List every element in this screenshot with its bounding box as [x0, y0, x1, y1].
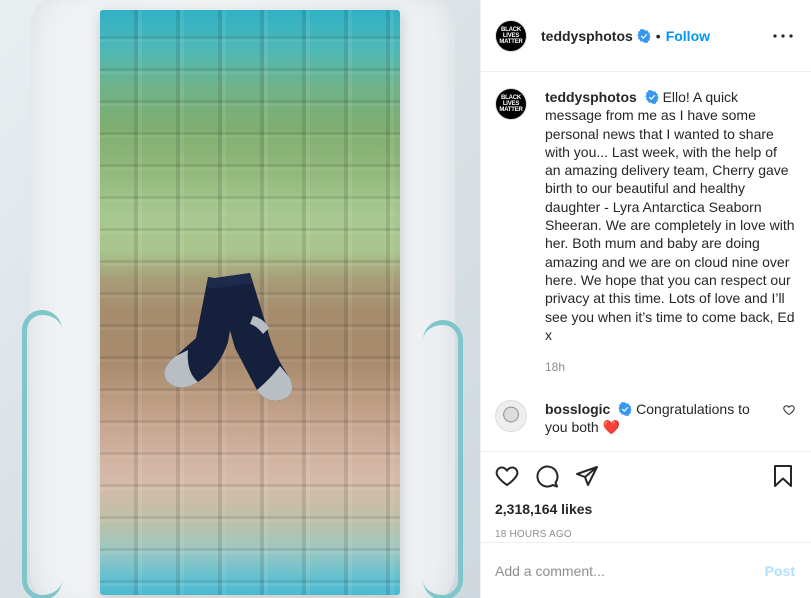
- author-avatar[interactable]: BLACK LIVES MATTER: [495, 19, 527, 52]
- comment-item: bosslogic Congratulations to you both ❤️: [495, 400, 795, 436]
- post-timestamp[interactable]: 18 HOURS AGO: [481, 517, 811, 540]
- caption-body: teddysphotos Ello! A quick message from …: [545, 88, 795, 376]
- action-bar: [481, 452, 811, 492]
- share-paper-plane-icon[interactable]: [575, 464, 599, 488]
- comment-username[interactable]: bosslogic: [545, 401, 610, 417]
- post-photo[interactable]: [0, 0, 480, 598]
- likes-count[interactable]: 2,318,164 likes: [481, 492, 811, 517]
- verified-badge-icon: [618, 402, 632, 417]
- caption-username[interactable]: teddysphotos: [545, 89, 637, 105]
- caption-time[interactable]: 18h: [545, 358, 795, 376]
- post-header: BLACK LIVES MATTER teddysphotos • Follow: [481, 0, 811, 72]
- verified-badge-icon: [645, 90, 659, 104]
- caption-text: Ello! A quick message from me as I have …: [545, 89, 795, 343]
- separator-dot: •: [655, 27, 661, 44]
- comments-section[interactable]: BLACK LIVES MATTER teddysphotos Ello! A …: [481, 72, 811, 452]
- comment-bubble-icon[interactable]: [535, 464, 559, 488]
- comment-body: bosslogic Congratulations to you both ❤️: [545, 400, 775, 436]
- follow-button[interactable]: Follow: [666, 28, 710, 44]
- more-options-icon[interactable]: [771, 24, 795, 48]
- commenter-avatar[interactable]: [495, 400, 527, 433]
- post-panel: BLACK LIVES MATTER teddysphotos • Follow…: [480, 0, 811, 598]
- like-comment-heart-icon[interactable]: [783, 404, 795, 416]
- avatar-text: BLACK LIVES MATTER: [499, 95, 523, 113]
- add-comment-bar: Post: [481, 542, 811, 598]
- bookmark-save-icon[interactable]: [771, 464, 795, 488]
- comment-input[interactable]: [495, 562, 765, 579]
- author-username[interactable]: teddysphotos: [541, 28, 633, 44]
- baby-sock-right: [205, 268, 305, 408]
- caption-avatar[interactable]: BLACK LIVES MATTER: [495, 88, 527, 120]
- post-comment-button[interactable]: Post: [765, 563, 795, 579]
- verified-badge-icon: [637, 28, 651, 43]
- heart-emoji: ❤️: [602, 419, 621, 436]
- avatar-text: BLACK LIVES MATTER: [499, 26, 523, 45]
- like-heart-icon[interactable]: [495, 464, 519, 488]
- bassinet-rail-right: [423, 320, 463, 598]
- caption: BLACK LIVES MATTER teddysphotos Ello! A …: [495, 88, 795, 376]
- bassinet-rail-left: [22, 310, 62, 598]
